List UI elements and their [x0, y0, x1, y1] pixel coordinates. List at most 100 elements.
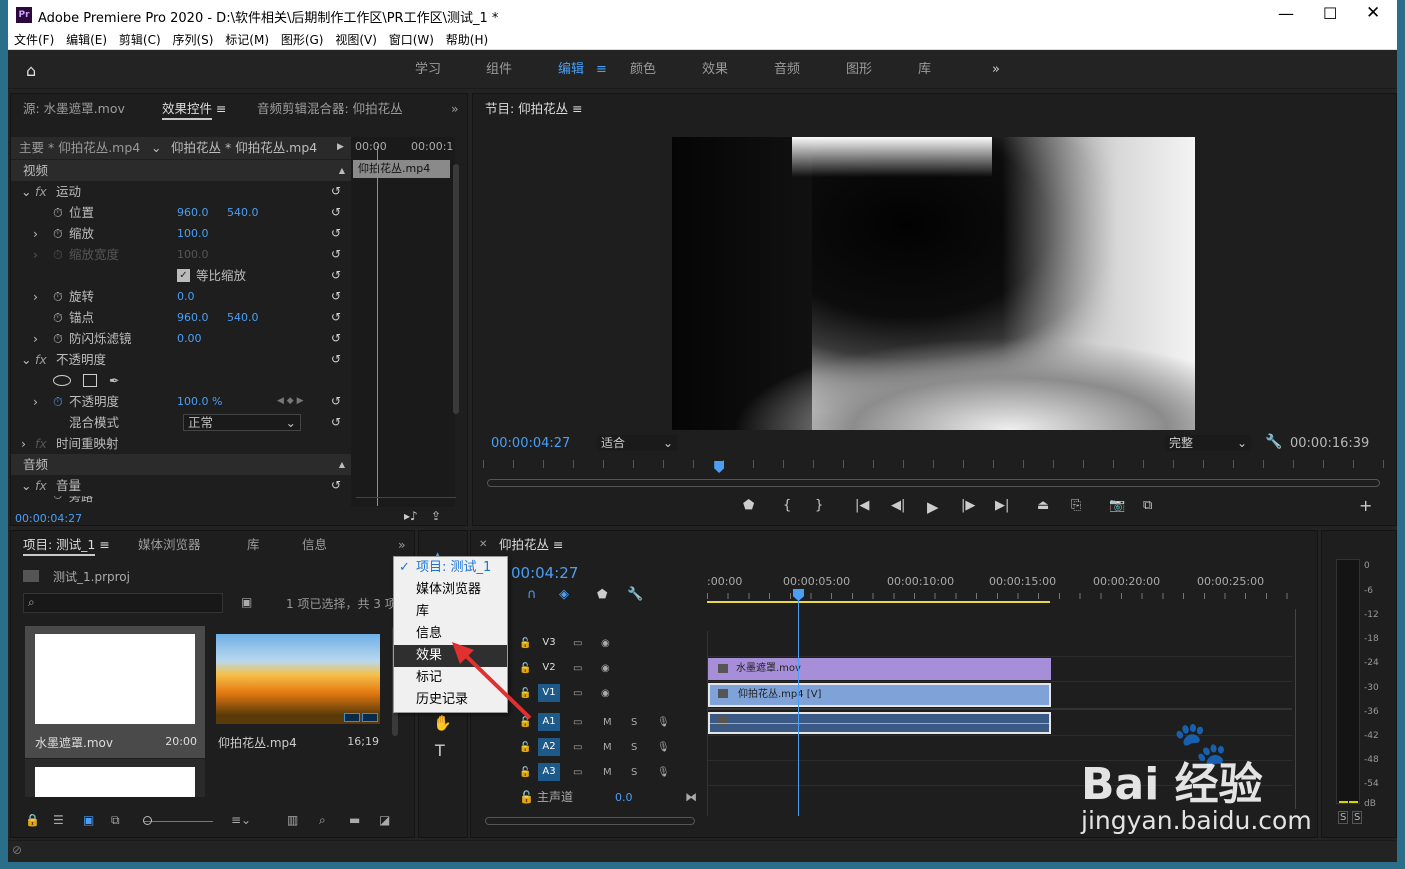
pen-mask-icon[interactable]: ✒ — [109, 370, 119, 391]
master-track-value[interactable]: 0.0 — [615, 785, 633, 810]
tab-menu-icon[interactable]: ≡ — [216, 101, 226, 116]
opacity-section-row[interactable]: ⌄ fx 不透明度 ↺ — [11, 349, 351, 370]
export-icon[interactable]: ⇪ — [431, 509, 441, 523]
volume-row[interactable]: ⌄ fx 音量 ↺ — [11, 475, 351, 496]
sort-icon[interactable]: ≡⌄ — [231, 813, 251, 827]
status-icon[interactable]: ⊘ — [12, 843, 22, 857]
reset-icon[interactable]: ↺ — [331, 223, 341, 244]
menu-window[interactable]: 窗口(W) — [389, 30, 434, 50]
program-monitor-title[interactable]: 节目: 仰拍花丛 ≡ — [485, 96, 583, 122]
microphone-icon[interactable]: 🎙 — [657, 735, 670, 760]
timeline-timecode[interactable]: 00:04:27 — [511, 564, 578, 582]
workspace-learning[interactable]: 学习 — [415, 51, 441, 89]
find-icon[interactable]: ⌕ — [319, 813, 326, 828]
toggle-sync-icon[interactable]: ▭ — [573, 735, 582, 760]
close-tab-icon[interactable]: ✕ — [479, 532, 487, 558]
reset-icon[interactable]: ↺ — [331, 202, 341, 223]
program-video-frame[interactable] — [672, 137, 1195, 430]
extract-icon[interactable]: ⎘ — [1071, 498, 1081, 513]
stopwatch-icon[interactable]: ⏱ — [53, 496, 62, 503]
eye-icon[interactable]: ◉ — [601, 631, 610, 656]
menu-view[interactable]: 视图(V) — [335, 30, 377, 50]
ellipse-mask-icon[interactable] — [53, 375, 71, 386]
reset-icon[interactable]: ↺ — [331, 265, 341, 286]
panel-more-icon[interactable]: » — [451, 96, 459, 122]
stopwatch-icon[interactable]: ⏱ — [53, 202, 63, 223]
wrench-icon[interactable]: 🔧 — [1265, 434, 1282, 450]
expand-icon[interactable]: › — [33, 328, 38, 349]
toggle-sync-icon[interactable]: ▭ — [573, 656, 582, 681]
stopwatch-icon[interactable]: ⏱ — [53, 391, 63, 412]
program-playhead[interactable] — [714, 461, 725, 473]
type-tool-icon[interactable]: T — [435, 741, 445, 760]
zoom-slider-handle[interactable] — [143, 816, 152, 825]
expand-icon[interactable]: › — [33, 223, 38, 244]
snap-icon[interactable]: ∩ — [527, 587, 537, 602]
list-view-icon[interactable]: ☰ — [53, 813, 64, 827]
program-time-ruler[interactable] — [483, 460, 1388, 468]
reset-icon[interactable]: ↺ — [331, 286, 341, 307]
stopwatch-icon[interactable]: ⏱ — [53, 307, 63, 328]
timeline-playhead[interactable] — [798, 591, 799, 816]
collapse-icon[interactable]: ▲ — [339, 160, 345, 181]
uniform-scale-checkbox[interactable]: ✓ — [177, 269, 190, 282]
timeline-hscroll[interactable] — [485, 817, 695, 825]
maximize-icon[interactable]: ☐ — [1323, 4, 1337, 23]
motion-row[interactable]: ⌄ fx 运动 ↺ — [11, 181, 351, 202]
mini-clip-bar[interactable]: 仰拍花丛.mp4 — [353, 160, 450, 178]
toggle-sync-icon[interactable]: ▭ — [573, 681, 582, 706]
workspace-menu-icon[interactable]: ≡ — [596, 51, 607, 89]
menu-graphics[interactable]: 图形(G) — [281, 30, 324, 50]
opacity-value[interactable]: 100.0 % — [177, 391, 222, 412]
workspace-graphics[interactable]: 图形 — [846, 51, 872, 89]
linked-selection-icon[interactable]: ◈ — [559, 587, 569, 602]
play-only-icon[interactable]: ▶ — [337, 137, 344, 158]
go-to-out-icon[interactable]: ▶| — [995, 498, 1009, 513]
comparison-view-icon[interactable]: ⧉ — [1143, 498, 1152, 513]
play-icon[interactable]: ▶ — [927, 498, 939, 516]
anchor-y-value[interactable]: 540.0 — [227, 307, 259, 328]
track-name[interactable]: A3 — [538, 763, 560, 781]
lift-icon[interactable]: ⏏ — [1037, 498, 1049, 513]
eye-icon[interactable]: ◉ — [601, 681, 610, 706]
work-area-bar[interactable] — [707, 601, 1050, 603]
menu-item-media-browser[interactable]: 媒体浏览器 — [394, 579, 507, 601]
workspace-libraries[interactable]: 库 — [918, 51, 931, 89]
zoom-slider[interactable] — [143, 821, 213, 822]
icon-view-icon[interactable]: ▣ — [83, 813, 94, 827]
mark-out-icon[interactable]: } — [815, 498, 823, 513]
add-button-icon[interactable]: + — [1359, 496, 1372, 515]
minimize-icon[interactable]: — — [1278, 4, 1294, 23]
reset-icon[interactable]: ↺ — [331, 328, 341, 349]
go-to-in-icon[interactable]: |◀ — [855, 498, 869, 513]
new-bin-from-search-icon[interactable]: ▣ — [241, 595, 252, 609]
track-lock-icon[interactable]: 🔓 — [519, 735, 531, 760]
solo-button[interactable]: S — [631, 760, 637, 785]
timeline-settings-icon[interactable]: 🔧 — [627, 587, 643, 602]
keyframe-nav-icon[interactable]: ◀ ◆ ▶ — [277, 391, 304, 412]
tab-project[interactable]: 项目: 测试_1 ≡ — [23, 532, 110, 558]
mute-button[interactable]: M — [603, 710, 612, 735]
workspace-audio[interactable]: 音频 — [774, 51, 800, 89]
step-back-icon[interactable]: ◀| — [891, 498, 905, 513]
step-forward-icon[interactable]: |▶ — [961, 498, 975, 513]
expand-icon[interactable]: › — [33, 286, 38, 307]
blend-mode-select[interactable]: 正常 ⌄ — [183, 414, 301, 431]
menu-sequence[interactable]: 序列(S) — [172, 30, 213, 50]
panel-more-icon[interactable]: » — [398, 532, 406, 558]
reset-icon[interactable]: ↺ — [331, 349, 341, 370]
add-marker-icon[interactable]: ⬟ — [597, 587, 607, 601]
close-icon[interactable]: ✕ — [1366, 3, 1380, 23]
stopwatch-icon[interactable]: ⏱ — [53, 223, 63, 244]
home-icon[interactable]: ⌂ — [26, 61, 36, 80]
new-bin-icon[interactable]: ▬ — [349, 813, 360, 827]
reset-icon[interactable]: ↺ — [331, 244, 341, 265]
menu-item-libraries[interactable]: 库 — [394, 601, 507, 623]
track-lock-icon[interactable]: 🔓 — [519, 760, 531, 785]
rectangle-mask-icon[interactable] — [83, 374, 97, 387]
solo-right-button[interactable]: S — [1352, 811, 1363, 824]
stopwatch-icon[interactable]: ⏱ — [53, 328, 63, 349]
tab-source[interactable]: 源: 水墨遮罩.mov — [23, 96, 125, 122]
expand-icon[interactable]: ⌄ — [21, 181, 31, 202]
lock-icon[interactable]: 🔒 — [25, 813, 40, 827]
